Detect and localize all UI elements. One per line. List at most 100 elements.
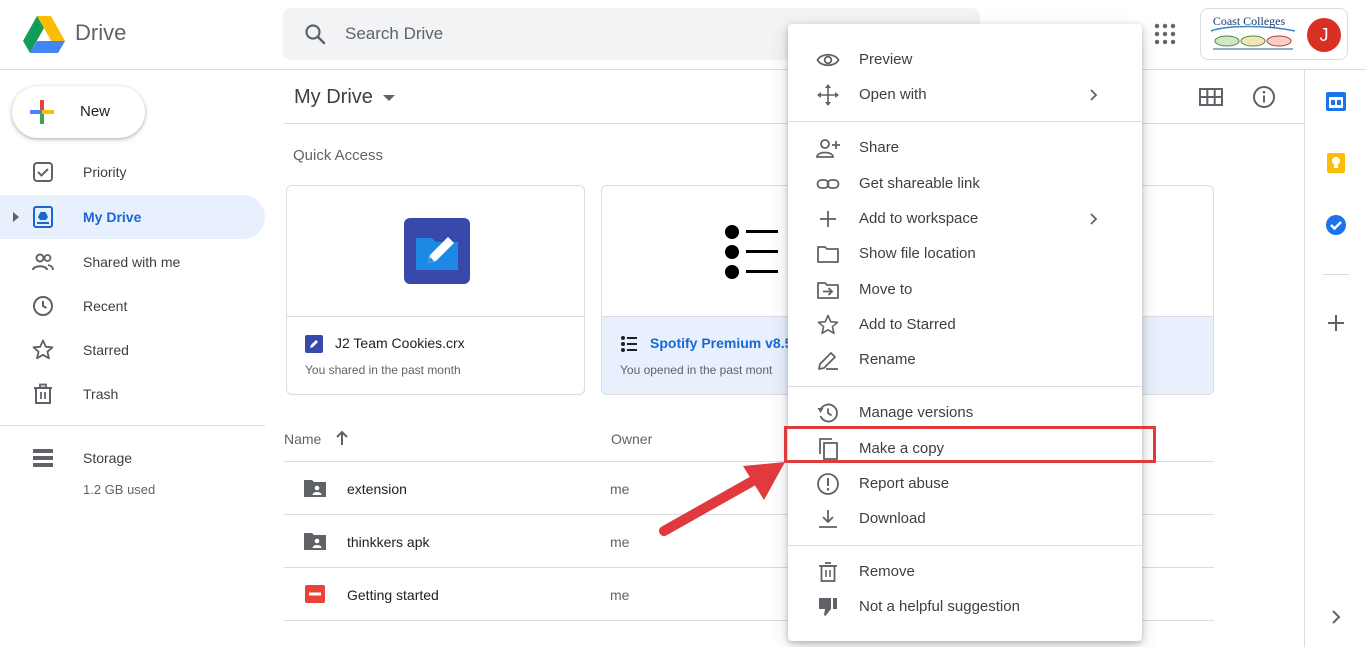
card-file-name: J2 Team Cookies.crx [335, 335, 465, 351]
new-button[interactable]: New [12, 86, 145, 138]
search-icon[interactable] [303, 22, 327, 46]
menu-item-label: Share [859, 139, 900, 156]
submenu-chevron-icon [1090, 89, 1098, 101]
column-header-owner[interactable]: Owner [611, 431, 652, 447]
sidebar-item-label: Storage [83, 450, 133, 466]
chevron-right-icon[interactable] [1325, 606, 1347, 628]
menu-item-rename[interactable]: Rename [788, 342, 1142, 377]
drive-logo-icon[interactable] [22, 14, 66, 54]
sidebar-item-label: My Drive [83, 209, 142, 225]
menu-item-label: Move to [859, 281, 913, 298]
menu-divider [788, 386, 1142, 387]
menu-item-label: Manage versions [859, 404, 974, 421]
file-name: thinkkers apk [347, 534, 430, 550]
menu-item-report-abuse[interactable]: Report abuse [788, 466, 1142, 501]
sidebar-item-storage[interactable]: Storage [0, 436, 265, 480]
org-name: Coast Colleges [1212, 14, 1286, 28]
calendar-icon[interactable] [1325, 90, 1347, 112]
menu-item-share[interactable]: Share [788, 130, 1142, 165]
menu-item-add-to-workspace[interactable]: Add to workspace [788, 201, 1142, 236]
trash-icon [34, 383, 52, 404]
file-name: Getting started [347, 587, 439, 603]
move-to-icon [817, 282, 839, 299]
menu-item-add-to-starred[interactable]: Add to Starred [788, 307, 1142, 342]
menu-item-label: Rename [859, 351, 916, 368]
top-bar: Drive Coast Colleges J [0, 0, 1366, 70]
submenu-chevron-icon [1090, 213, 1098, 225]
editor-app-icon [404, 218, 470, 284]
menu-item-show-file-location[interactable]: Show file location [788, 236, 1142, 271]
file-name: extension [347, 481, 407, 497]
star-outline-icon [817, 314, 839, 335]
menu-item-remove[interactable]: Remove [788, 554, 1142, 589]
sidebar-item-label: Shared with me [83, 254, 181, 270]
sidebar-item-label: Trash [83, 386, 119, 402]
menu-item-open-with[interactable]: Open with [788, 77, 1142, 112]
apps-grid-icon[interactable] [1153, 22, 1177, 46]
sidebar-item-priority[interactable]: Priority [0, 150, 265, 194]
new-plus-icon [30, 100, 54, 124]
column-header-name[interactable]: Name [284, 431, 321, 447]
pdf-icon [305, 585, 325, 603]
storage-icon [33, 449, 53, 467]
menu-item-preview[interactable]: Preview [788, 42, 1142, 77]
move-arrows-icon [817, 84, 839, 106]
quick-access-card[interactable]: J2 Team Cookies.crx You shared in the pa… [286, 185, 585, 395]
title-dropdown-icon[interactable] [383, 95, 395, 101]
info-icon[interactable] [1252, 85, 1276, 109]
crx-file-icon [305, 335, 323, 353]
storage-used: 1.2 GB used [83, 482, 156, 497]
page-title[interactable]: My Drive [294, 86, 373, 109]
menu-item-label: Report abuse [859, 475, 950, 492]
menu-item-not-helpful[interactable]: Not a helpful suggestion [788, 589, 1142, 624]
plus-icon [820, 211, 836, 227]
card-preview [287, 186, 584, 317]
sidebar-divider [0, 425, 265, 426]
menu-item-label: Add to Starred [859, 316, 956, 333]
menu-item-label: Remove [859, 563, 915, 580]
menu-item-label: Get shareable link [859, 175, 980, 192]
card-meta: J2 Team Cookies.crx You shared in the pa… [287, 317, 584, 394]
menu-item-move-to[interactable]: Move to [788, 272, 1142, 307]
sort-arrow-up-icon[interactable] [334, 430, 350, 446]
history-icon [817, 403, 838, 423]
thumb-down-icon [819, 598, 837, 616]
pencil-icon [818, 352, 838, 370]
file-owner: me [610, 587, 630, 603]
menu-item-get-shareable-link[interactable]: Get shareable link [788, 166, 1142, 201]
menu-item-label: Add to workspace [859, 210, 979, 227]
quick-access-heading: Quick Access [293, 147, 384, 164]
person-add-icon [816, 139, 840, 158]
sidebar-item-shared-with-me[interactable]: Shared with me [0, 240, 265, 284]
card-file-name: Spotify Premium v8.5 [650, 335, 793, 351]
sidebar-item-label: Priority [83, 164, 127, 180]
side-panel [1304, 70, 1366, 647]
add-addon-icon[interactable] [1325, 312, 1347, 334]
sidebar-item-label: Recent [83, 298, 128, 314]
context-menu: Preview Open with Share Get shareable li… [788, 24, 1142, 641]
clock-icon [33, 296, 53, 316]
tasks-icon[interactable] [1325, 214, 1347, 236]
list-file-icon [621, 336, 637, 352]
folder-icon [817, 246, 839, 263]
menu-item-manage-versions[interactable]: Manage versions [788, 395, 1142, 430]
download-icon [819, 510, 837, 528]
eye-icon [816, 53, 840, 67]
menu-item-label: Open with [859, 86, 927, 103]
alert-icon [817, 473, 839, 495]
sidebar-item-label: Starred [83, 342, 129, 358]
menu-divider [788, 121, 1142, 122]
account-switcher[interactable]: Coast Colleges J [1200, 8, 1348, 60]
sidebar-item-my-drive[interactable]: My Drive [0, 195, 265, 239]
card-subtitle: You opened in the past mont [620, 363, 773, 377]
sidebar-item-recent[interactable]: Recent [0, 284, 265, 328]
menu-item-label: Show file location [859, 245, 976, 262]
sidebar-item-starred[interactable]: Starred [0, 328, 265, 372]
avatar[interactable]: J [1307, 18, 1341, 52]
menu-item-label: Download [859, 510, 926, 527]
expand-caret-icon[interactable] [13, 212, 19, 222]
grid-view-icon[interactable] [1199, 85, 1223, 109]
menu-item-download[interactable]: Download [788, 501, 1142, 536]
keep-icon[interactable] [1325, 152, 1347, 174]
sidebar-item-trash[interactable]: Trash [0, 372, 265, 416]
